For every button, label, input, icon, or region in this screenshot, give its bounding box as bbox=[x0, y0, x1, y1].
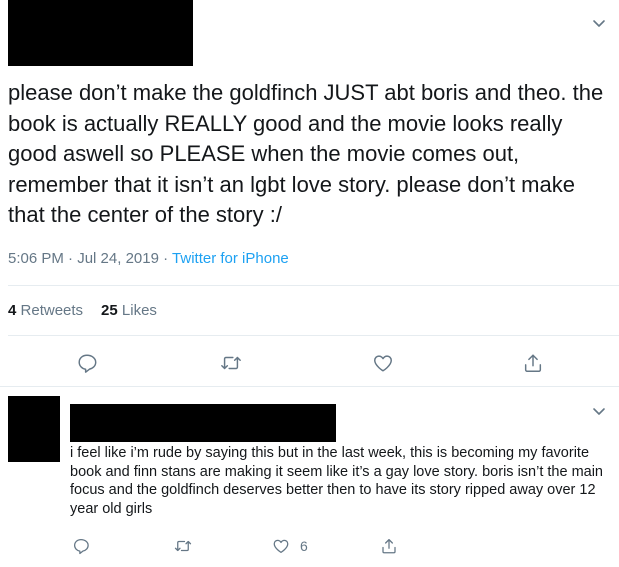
reply-button[interactable] bbox=[74, 350, 100, 376]
reply-text: i feel like i’m rude by saying this but … bbox=[70, 445, 603, 517]
retweet-icon bbox=[174, 540, 192, 552]
chevron-down-icon bbox=[593, 408, 605, 415]
tweet-date[interactable]: Jul 24, 2019 bbox=[77, 250, 159, 267]
redacted-author-info bbox=[8, 0, 193, 66]
retweets-label: Retweets bbox=[20, 302, 84, 319]
reply-more-button[interactable] bbox=[592, 404, 606, 423]
like-button[interactable] bbox=[370, 350, 396, 376]
heart-icon bbox=[273, 539, 289, 554]
reply-like-count: 6 bbox=[300, 538, 308, 554]
tweet-time[interactable]: 5:06 PM bbox=[8, 250, 64, 267]
reply-reply-button[interactable] bbox=[70, 535, 92, 557]
likes-label: Likes bbox=[121, 302, 157, 319]
share-icon bbox=[382, 538, 396, 554]
redacted-reply-author bbox=[70, 404, 336, 442]
tweet-stats: 4 Retweets 25 Likes bbox=[8, 302, 157, 319]
retweets-stat[interactable]: 4 Retweets bbox=[8, 302, 83, 319]
tweet-more-button[interactable] bbox=[592, 16, 606, 35]
tweet-text: please don’t make the goldfinch JUST abt… bbox=[8, 80, 604, 228]
reply-share-button[interactable] bbox=[378, 535, 400, 557]
retweets-count: 4 bbox=[8, 302, 17, 319]
reply-like-button[interactable]: 6 bbox=[272, 535, 308, 557]
share-icon bbox=[524, 354, 542, 372]
reply-icon bbox=[78, 354, 97, 373]
likes-count: 25 bbox=[101, 302, 118, 319]
divider bbox=[8, 335, 619, 336]
share-button[interactable] bbox=[520, 350, 546, 376]
reply-retweet-button[interactable] bbox=[172, 535, 194, 557]
retweet-icon bbox=[221, 356, 241, 370]
chevron-down-icon bbox=[593, 20, 605, 27]
meta-separator: · bbox=[68, 250, 74, 267]
likes-stat[interactable]: 25 Likes bbox=[101, 302, 157, 319]
tweet-meta: 5:06 PM · Jul 24, 2019 · Twitter for iPh… bbox=[8, 250, 289, 267]
divider bbox=[0, 386, 619, 387]
meta-separator: · bbox=[163, 250, 169, 267]
reply-icon bbox=[73, 538, 89, 555]
divider bbox=[8, 285, 619, 286]
retweet-button[interactable] bbox=[218, 350, 244, 376]
tweet-source-link[interactable]: Twitter for iPhone bbox=[172, 250, 289, 267]
redacted-avatar bbox=[8, 396, 60, 462]
heart-icon bbox=[374, 355, 392, 372]
